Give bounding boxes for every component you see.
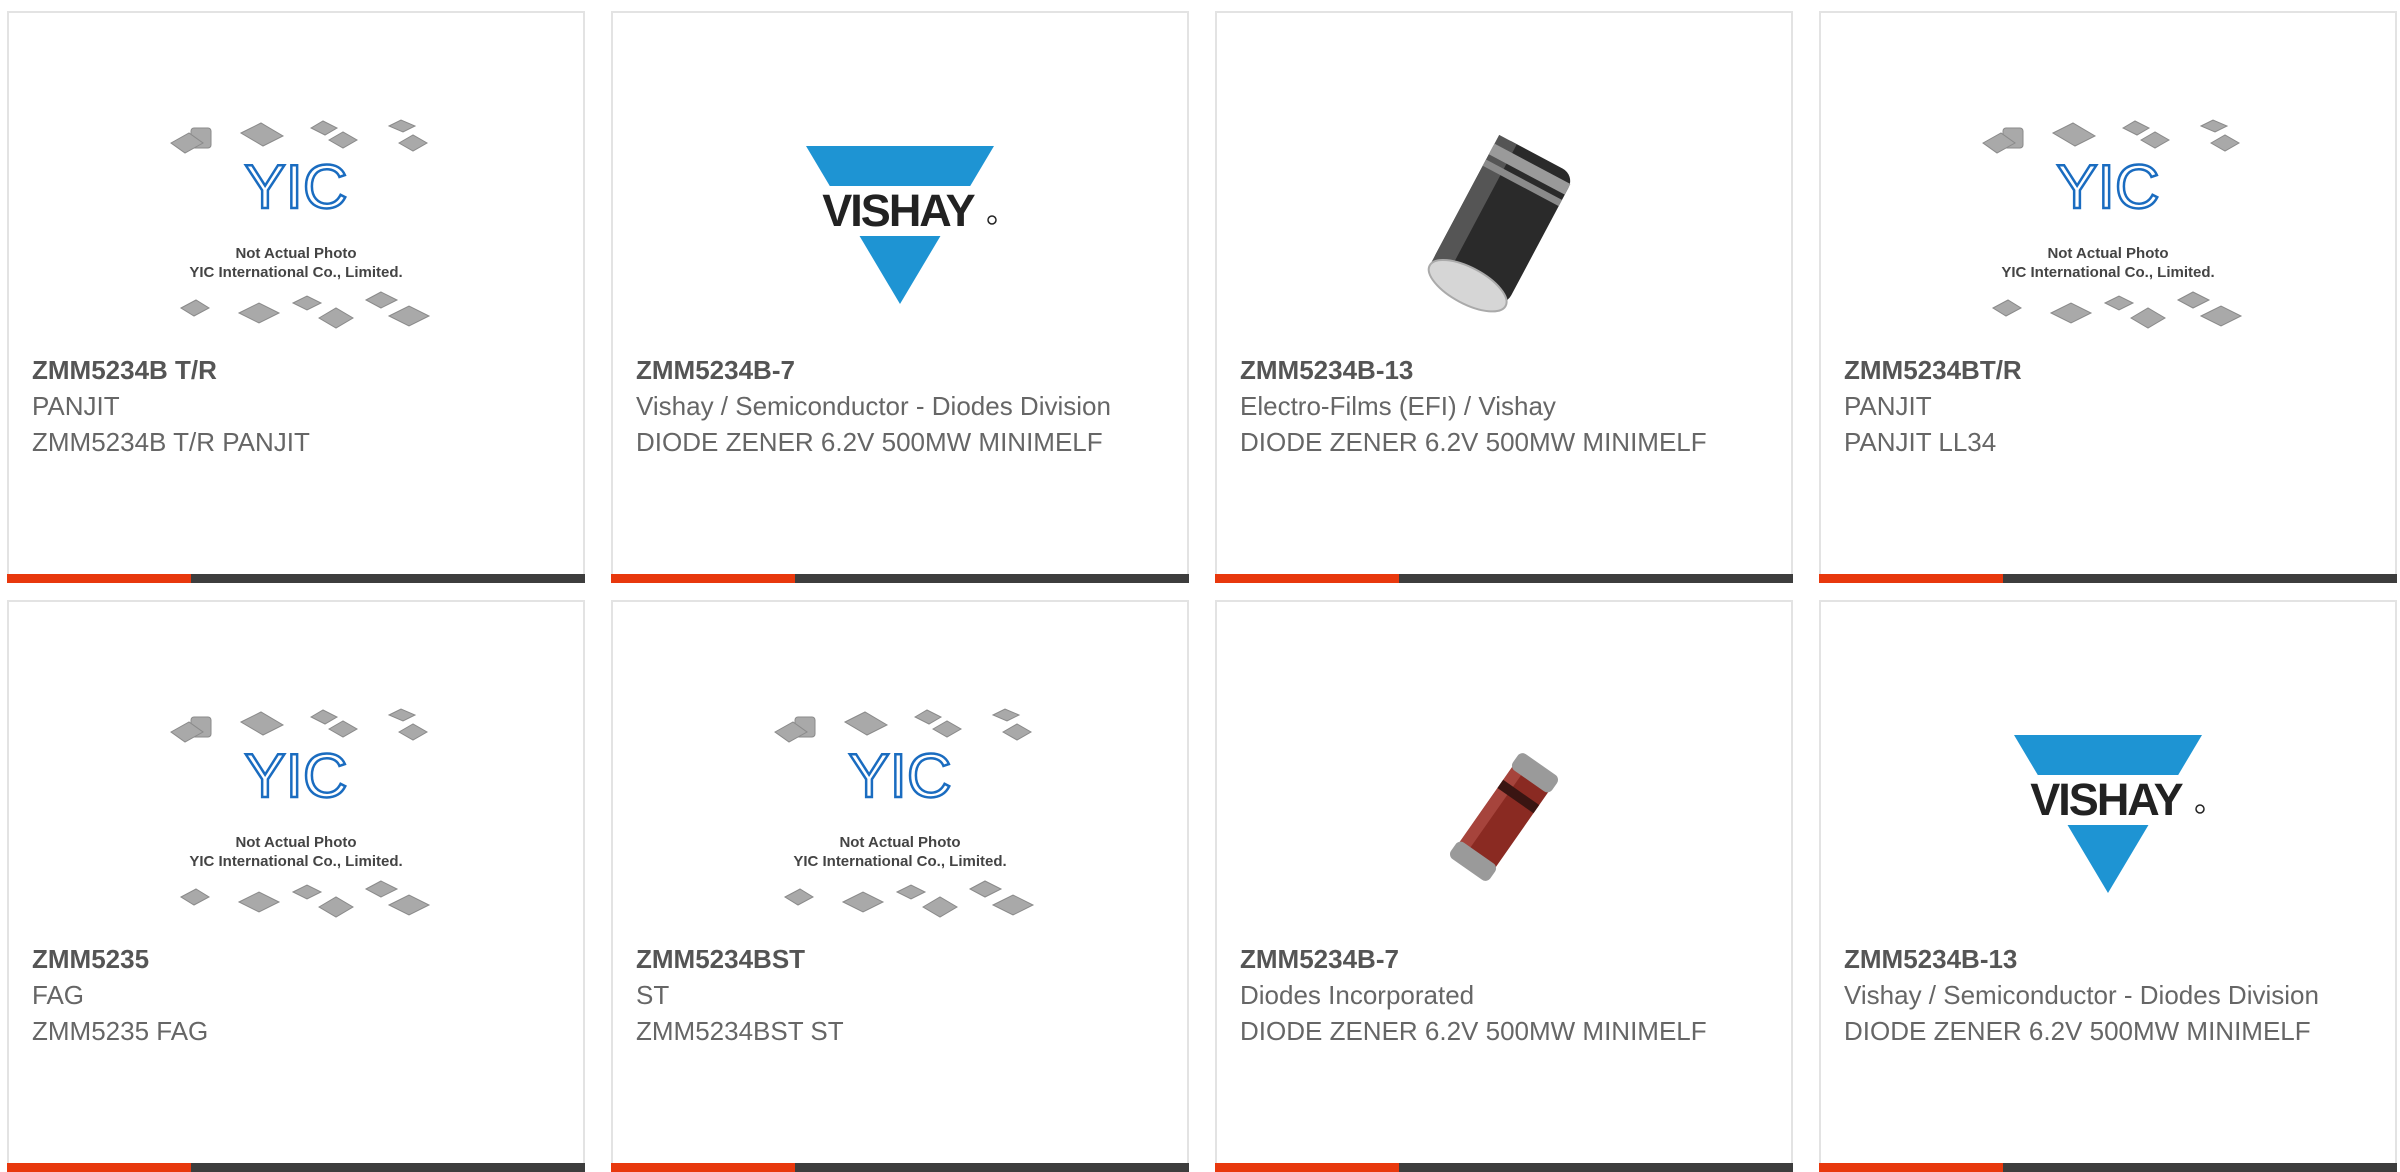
part-number[interactable]: ZMM5234B T/R (32, 352, 560, 388)
product-description: DIODE ZENER 6.2V 500MW MINIMELF (1240, 427, 1707, 457)
product-description: DIODE ZENER 6.2V 500MW MINIMELF (1240, 1016, 1707, 1046)
product-description: PANJIT LL34 (1844, 427, 1997, 457)
card-accent-bar (1215, 1163, 1399, 1172)
manufacturer: PANJIT (1844, 391, 1932, 421)
card-bottom-bar (7, 1163, 585, 1172)
product-info: ZMM5234BST ST ZMM5234BST ST (636, 941, 1164, 1049)
product-grid: YIC Not Actual Photo YIC International C… (0, 0, 2400, 1172)
product-image: YIC Not Actual Photo YIC International C… (1821, 98, 2395, 358)
manufacturer: PANJIT (32, 391, 120, 421)
card-bottom-bar (1215, 1163, 1793, 1172)
product-card[interactable]: ZMM5234B-13 Electro-Films (EFI) / Vishay… (1215, 11, 1793, 583)
product-info: ZMM5234B T/R PANJIT ZMM5234B T/R PANJIT (32, 352, 560, 460)
placeholder-caption: YIC International Co., Limited. (2001, 264, 2214, 281)
product-description: ZMM5235 FAG (32, 1016, 209, 1046)
vishay-logo-icon: VISHAY (800, 146, 1000, 304)
product-description: ZMM5234B T/R PANJIT (32, 427, 310, 457)
manufacturer: Vishay / Semiconductor - Diodes Division (636, 391, 1111, 421)
vishay-logo-text: VISHAY (822, 185, 975, 236)
card-bottom-bar (611, 574, 1189, 583)
manufacturer: Vishay / Semiconductor - Diodes Division (1844, 980, 2319, 1010)
product-description: ZMM5234BST ST (636, 1016, 844, 1046)
product-image: YIC Not Actual Photo YIC International C… (9, 687, 583, 947)
product-info: ZMM5234B-13 Electro-Films (EFI) / Vishay… (1240, 352, 1768, 460)
product-image: VISHAY (613, 98, 1187, 358)
card-accent-bar (1819, 1163, 2003, 1172)
card-accent-bar (1215, 574, 1399, 583)
product-info: ZMM5234BT/R PANJIT PANJIT LL34 (1844, 352, 2372, 460)
part-number[interactable]: ZMM5234B-13 (1844, 941, 2372, 977)
product-info: ZMM5234B-7 Vishay / Semiconductor - Diod… (636, 352, 1164, 460)
product-info: ZMM5235 FAG ZMM5235 FAG (32, 941, 560, 1049)
yic-logo-text: YIC (2056, 153, 2159, 222)
part-number[interactable]: ZMM5234B-7 (636, 352, 1164, 388)
part-number[interactable]: ZMM5235 (32, 941, 560, 977)
card-accent-bar (7, 1163, 191, 1172)
yic-logo-text: YIC (244, 742, 347, 811)
placeholder-caption: Not Actual Photo (235, 834, 356, 851)
placeholder-caption: YIC International Co., Limited. (189, 853, 402, 870)
vishay-logo-text: VISHAY (2030, 774, 2183, 825)
product-card[interactable]: YIC Not Actual Photo YIC International C… (611, 600, 1189, 1172)
part-number[interactable]: ZMM5234B-7 (1240, 941, 1768, 977)
card-accent-bar (611, 574, 795, 583)
placeholder-caption: YIC International Co., Limited. (189, 264, 402, 281)
product-description: DIODE ZENER 6.2V 500MW MINIMELF (636, 427, 1103, 457)
placeholder-caption: Not Actual Photo (235, 245, 356, 262)
placeholder-image-icon: YIC Not Actual Photo YIC International C… (170, 119, 431, 329)
part-number[interactable]: ZMM5234B-13 (1240, 352, 1768, 388)
card-bottom-bar (611, 1163, 1189, 1172)
red-diode-photo-icon (1449, 753, 1559, 881)
part-number[interactable]: ZMM5234BST (636, 941, 1164, 977)
card-bottom-bar (1819, 574, 2397, 583)
manufacturer: FAG (32, 980, 85, 1010)
product-image: YIC Not Actual Photo YIC International C… (613, 687, 1187, 947)
product-description: DIODE ZENER 6.2V 500MW MINIMELF (1844, 1016, 2311, 1046)
placeholder-caption: Not Actual Photo (2047, 245, 2168, 262)
product-card[interactable]: VISHAY ZMM5234B-7 Vishay / Semiconductor… (611, 11, 1189, 583)
card-accent-bar (7, 574, 191, 583)
manufacturer: ST (636, 980, 670, 1010)
placeholder-caption: YIC International Co., Limited. (793, 853, 1006, 870)
card-accent-bar (611, 1163, 795, 1172)
product-image (1217, 687, 1791, 947)
vishay-logo-icon: VISHAY (2008, 735, 2208, 893)
product-info: ZMM5234B-7 Diodes Incorporated DIODE ZEN… (1240, 941, 1768, 1049)
black-diode-photo-icon (1427, 134, 1571, 313)
product-image: VISHAY (1821, 687, 2395, 947)
product-image: YIC Not Actual Photo YIC International C… (9, 98, 583, 358)
product-image (1217, 98, 1791, 358)
product-info: ZMM5234B-13 Vishay / Semiconductor - Dio… (1844, 941, 2372, 1049)
card-bottom-bar (7, 574, 585, 583)
product-card[interactable]: YIC Not Actual Photo YIC International C… (7, 600, 585, 1172)
placeholder-caption: Not Actual Photo (839, 834, 960, 851)
placeholder-image-icon: YIC Not Actual Photo YIC International C… (170, 708, 431, 918)
yic-logo-text: YIC (848, 742, 951, 811)
part-number[interactable]: ZMM5234BT/R (1844, 352, 2372, 388)
card-bottom-bar (1215, 574, 1793, 583)
product-card[interactable]: YIC Not Actual Photo YIC International C… (7, 11, 585, 583)
product-card[interactable]: YIC Not Actual Photo YIC International C… (1819, 11, 2397, 583)
card-accent-bar (1819, 574, 2003, 583)
manufacturer: Electro-Films (EFI) / Vishay (1240, 391, 1556, 421)
card-bottom-bar (1819, 1163, 2397, 1172)
yic-logo-text: YIC (244, 153, 347, 222)
product-card[interactable]: VISHAY ZMM5234B-13 Vishay / Semiconducto… (1819, 600, 2397, 1172)
product-card[interactable]: ZMM5234B-7 Diodes Incorporated DIODE ZEN… (1215, 600, 1793, 1172)
manufacturer: Diodes Incorporated (1240, 980, 1475, 1010)
placeholder-image-icon: YIC Not Actual Photo YIC International C… (774, 708, 1035, 918)
placeholder-image-icon: YIC Not Actual Photo YIC International C… (1982, 119, 2243, 329)
